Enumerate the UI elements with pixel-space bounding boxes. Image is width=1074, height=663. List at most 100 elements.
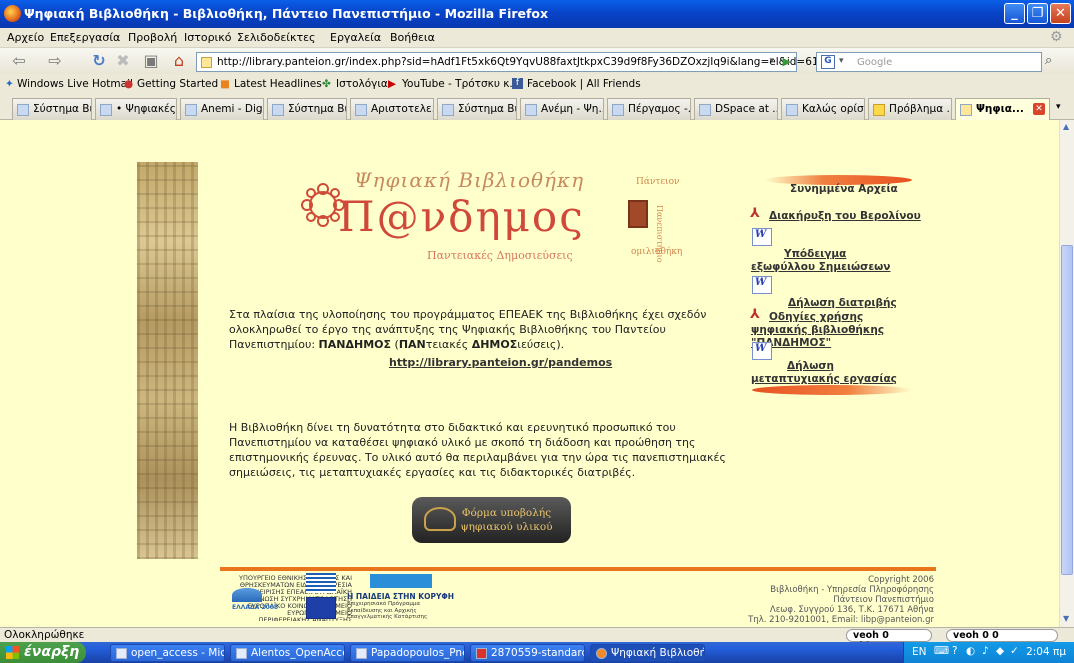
language-indicator[interactable]: EN — [912, 646, 927, 658]
taskbar-item[interactable]: 2870559-standard.p... — [470, 644, 585, 662]
copyright-line: Copyright 2006 — [868, 575, 934, 585]
close-tab-icon[interactable]: ✕ — [1033, 103, 1045, 115]
veoh-videos-widget[interactable]: veoh 0 videos — [846, 629, 932, 652]
tab-label: Πρόβλημα ... — [889, 103, 952, 115]
pdf-icon: ⅄ — [750, 206, 760, 221]
greece2008-label: ΕΛΛΑΔΑ 2008 — [232, 604, 279, 611]
tab[interactable]: Σύστημα Βι... — [267, 98, 347, 120]
tab[interactable]: Πρόβλημα ... — [868, 98, 952, 120]
vertical-scrollbar[interactable]: ▲ ▼ — [1059, 120, 1074, 627]
site-favicon — [201, 57, 212, 68]
security-icon[interactable]: ◆ — [996, 645, 1004, 657]
bookmark-hotmail[interactable]: Windows Live Hotmail — [17, 78, 133, 90]
tab[interactable]: Anemi - Dig... — [180, 98, 264, 120]
search-icon[interactable]: ⌕ — [1045, 53, 1057, 71]
tab-active[interactable]: Ψηφια... ✕ — [955, 98, 1050, 120]
tab[interactable]: DSpace at ... — [694, 98, 778, 120]
bookmark-getting-started[interactable]: Getting Started — [137, 78, 218, 90]
windows-logo-icon — [6, 646, 19, 659]
tab-label: Ανέμη - Ψη... — [541, 103, 604, 115]
taskbar-item-active[interactable]: Ψηφιακή Βιβλιοθήκη -... — [590, 644, 705, 662]
dropdown-icon[interactable]: ▾ — [769, 56, 774, 66]
maximize-button[interactable]: ❐ — [1027, 3, 1048, 24]
minimize-button[interactable]: _ — [1004, 3, 1025, 24]
taskbar-item[interactable]: Papadopoulos_Pneu... — [350, 644, 465, 662]
menu-help[interactable]: Βοήθεια — [390, 31, 435, 44]
youtube-icon: ▶ — [388, 78, 397, 90]
tab-favicon — [612, 104, 624, 116]
intro-paragraph: Στα πλαίσια της υλοποίησης του προγράμμα… — [229, 307, 729, 352]
reload-icon[interactable]: ↻ — [88, 51, 110, 71]
scroll-up-icon[interactable]: ▲ — [1063, 122, 1069, 131]
greek-flag-icon — [306, 573, 336, 593]
paideia-subtitle: Επιχειρησιακό Πρόγραμμα Εκπαίδευσης και … — [347, 601, 428, 620]
go-icon[interactable]: ▶ — [783, 55, 791, 68]
rss-icon: ■ — [220, 78, 230, 90]
taskbar-item[interactable]: open_access - Micros... — [110, 644, 225, 662]
address-bar[interactable]: http://library.panteion.gr/index.php?sid… — [196, 52, 819, 72]
tab[interactable]: Ανέμη - Ψη... — [520, 98, 604, 120]
attachment-masters-declaration[interactable]: Δήλωση μεταπτυχιακής εργασίας — [751, 360, 901, 386]
pandemos-link[interactable]: http://library.panteion.gr/pandemos — [389, 356, 612, 369]
search-bar[interactable]: G ▾ Google — [816, 52, 1042, 72]
tab[interactable]: • Ψηφιακές... — [95, 98, 177, 120]
copyright-line: Πάντειον Πανεπιστήμιο — [833, 595, 934, 605]
veoh-downloads-widget[interactable]: veoh 0 0 — [946, 629, 1058, 642]
close-button[interactable]: ✕ — [1050, 3, 1071, 24]
attachment-usage-guide[interactable]: Οδηγίες χρήσης ψηφιακής βιβλιοθήκης "ΠΑΝ… — [751, 311, 903, 350]
keyboard-icon[interactable]: ⌨ — [934, 645, 949, 657]
tab[interactable]: Σύστημα Βι... — [437, 98, 517, 120]
speaker-icon[interactable]: ♪ — [982, 645, 989, 657]
menu-bookmarks[interactable]: Σελιδοδείκτες — [237, 31, 316, 44]
paideia-logo-icon — [370, 574, 432, 588]
forward-icon[interactable]: ⇨ — [44, 51, 66, 71]
bookmark-facebook[interactable]: Facebook | All Friends — [527, 78, 641, 90]
firefox-app-icon — [596, 648, 607, 659]
tab[interactable]: Πέργαμος -... — [607, 98, 691, 120]
tab-list-icon[interactable]: ▾ — [1056, 102, 1061, 112]
tab-favicon — [525, 104, 537, 116]
menu-view[interactable]: Προβολή — [128, 31, 177, 44]
tray-icon[interactable]: ✓ — [1010, 645, 1019, 657]
footer-divider — [220, 567, 936, 571]
attachment-berlin[interactable]: Διακήρυξη του Βερολίνου — [769, 210, 921, 223]
tab[interactable]: Σύστημα Βι... — [12, 98, 92, 120]
bookmark-youtube[interactable]: YouTube - Τρότσκυ κ... — [402, 78, 519, 90]
scroll-down-icon[interactable]: ▼ — [1063, 614, 1069, 623]
back-icon[interactable]: ⇦ — [8, 51, 30, 71]
menu-tools[interactable]: Εργαλεία — [330, 31, 381, 44]
tab[interactable]: Καλώς ορίσ... — [781, 98, 865, 120]
menu-bar: Αρχείο Επεξεργασία Προβολή Ιστορικό Σελι… — [0, 28, 1074, 48]
bookmark-blogs[interactable]: Ιστολόγια — [336, 78, 388, 90]
hotmail-icon: ✦ — [5, 78, 14, 90]
word-app-icon — [356, 648, 367, 659]
menu-history[interactable]: Ιστορικό — [184, 31, 232, 44]
engine-dropdown-icon[interactable]: ▾ — [839, 56, 844, 66]
start-button[interactable]: έναρξη — [0, 642, 86, 663]
google-engine-icon[interactable]: G — [821, 55, 835, 69]
tab-label: Πέργαμος -... — [628, 103, 691, 115]
tab[interactable]: Αριστοτελε... — [350, 98, 434, 120]
search-input[interactable]: Google — [857, 57, 892, 68]
submit-form-button[interactable]: Φόρμα υποβολής ψηφιακού υλικού — [412, 497, 571, 543]
firefox-icon — [4, 5, 21, 22]
scrollbar-thumb[interactable] — [1061, 245, 1073, 575]
help-icon[interactable]: ? — [952, 645, 958, 657]
new-tab-icon[interactable]: ▣ — [140, 51, 162, 71]
taskbar-item[interactable]: Alentos_OpenAccess... — [230, 644, 345, 662]
menu-edit[interactable]: Επεξεργασία — [50, 31, 120, 44]
attachment-thesis-declaration[interactable]: Δήλωση διατριβής — [788, 297, 897, 310]
tab-favicon — [272, 104, 284, 116]
taskbar-item-label: 2870559-standard.p... — [491, 647, 584, 659]
attachment-cover-template[interactable]: Υπόδειγμα εξωφύλλου Σημειώσεων — [751, 248, 901, 274]
logo-pandemos: Π@νδημος — [338, 192, 585, 241]
bookmark-latest-headlines[interactable]: Latest Headlines — [234, 78, 322, 90]
menu-file[interactable]: Αρχείο — [7, 31, 44, 44]
tab-label: Σύστημα Βι... — [33, 103, 92, 115]
bookmarks-toolbar: ✦ Windows Live Hotmail ● Getting Started… — [0, 74, 1074, 94]
home-icon[interactable]: ⌂ — [168, 51, 190, 71]
taskbar-item-label: Ψηφιακή Βιβλιοθήκη -... — [611, 647, 704, 659]
stop-icon[interactable]: ✖ — [112, 51, 134, 71]
window-title: Ψηφιακή Βιβλιοθήκη - Βιβλιοθήκη, Πάντειο… — [24, 6, 549, 21]
network-icon[interactable]: ◐ — [966, 645, 975, 657]
